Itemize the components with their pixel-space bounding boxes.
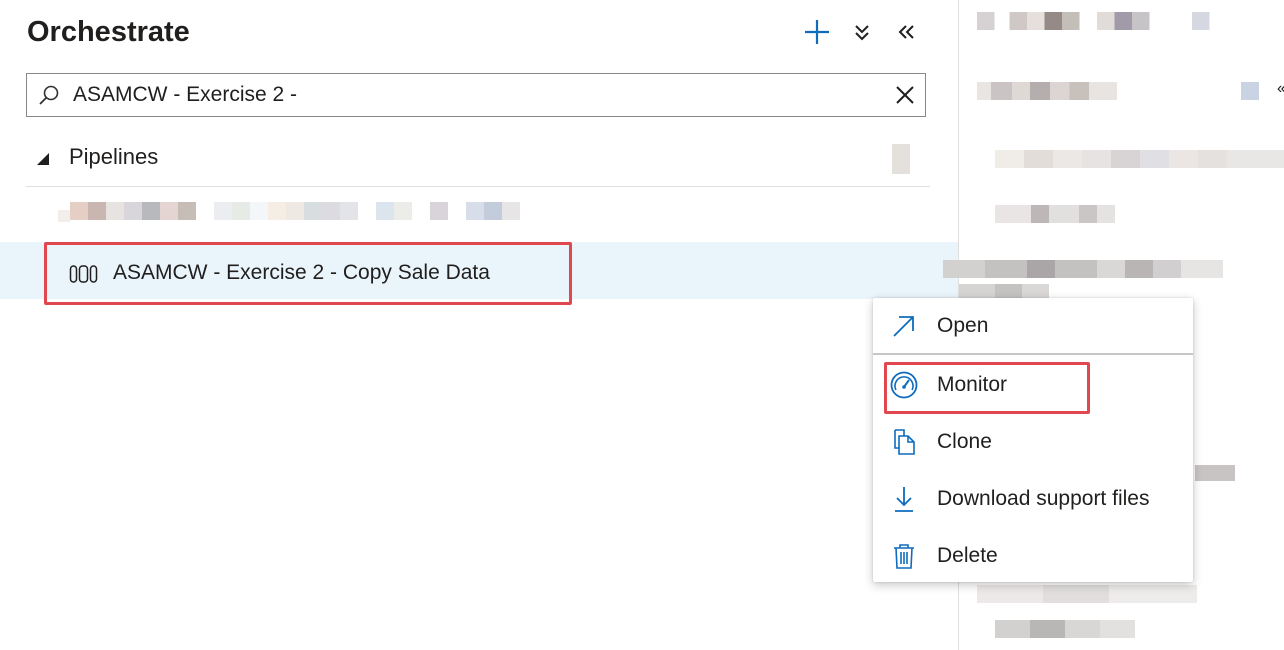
obscured-text	[1195, 465, 1235, 481]
pipeline-label: ASAMCW - Exercise 2 - Copy Sale Data	[113, 261, 490, 284]
collapse-panel-button[interactable]	[891, 16, 923, 48]
obscured-text	[1241, 82, 1259, 100]
menu-item-monitor[interactable]: Monitor	[873, 357, 1193, 413]
obscured-row	[58, 202, 520, 222]
obscured-text	[995, 620, 1135, 638]
section-label: Pipelines	[69, 144, 159, 169]
search-box	[26, 73, 926, 117]
menu-item-label: Clone	[937, 430, 992, 453]
orchestrate-panel: Orchestrate Pipelines	[0, 0, 958, 650]
obscured-text	[995, 150, 1284, 168]
add-button[interactable]	[801, 16, 833, 48]
obscured-text	[977, 82, 1117, 100]
plus-icon	[805, 20, 829, 44]
scrollbar-thumb[interactable]	[892, 144, 910, 174]
menu-item-label: Delete	[937, 544, 998, 567]
search-input[interactable]	[73, 78, 873, 112]
search-icon	[39, 85, 59, 105]
menu-item-clone[interactable]: Clone	[873, 414, 1193, 470]
menu-item-label: Monitor	[937, 373, 1008, 396]
clone-icon	[894, 429, 915, 455]
menu-item-open[interactable]: Open	[873, 298, 1193, 354]
menu-item-label: Download support files	[937, 487, 1150, 510]
pipeline-icon	[69, 265, 98, 283]
menu-item-delete[interactable]: Delete	[873, 528, 1193, 584]
double-chevron-left-icon	[898, 25, 914, 39]
expand-triangle-icon	[37, 153, 49, 165]
menu-divider	[873, 353, 1193, 355]
pipeline-item[interactable]: ASAMCW - Exercise 2 - Copy Sale Data	[44, 242, 572, 305]
panel-title: Orchestrate	[27, 16, 190, 48]
trash-icon	[894, 544, 914, 569]
pipelines-section-header[interactable]: Pipelines	[26, 136, 930, 187]
obscured-text	[995, 205, 1115, 223]
collapse-all-button[interactable]	[846, 16, 878, 48]
chevron-left-icon[interactable]: «	[1277, 80, 1284, 100]
gauge-icon	[890, 371, 918, 399]
obscured-text	[977, 12, 1227, 30]
close-icon[interactable]	[893, 83, 917, 107]
double-chevron-down-icon	[855, 25, 869, 41]
menu-item-label: Open	[937, 314, 989, 337]
open-arrow-icon	[893, 316, 914, 337]
menu-item-download-support-files[interactable]: Download support files	[873, 471, 1193, 527]
download-icon	[895, 487, 913, 512]
context-menu: Open Monitor Clone Download support file…	[873, 298, 1193, 582]
obscured-text	[943, 260, 1223, 278]
obscured-text	[977, 585, 1197, 603]
